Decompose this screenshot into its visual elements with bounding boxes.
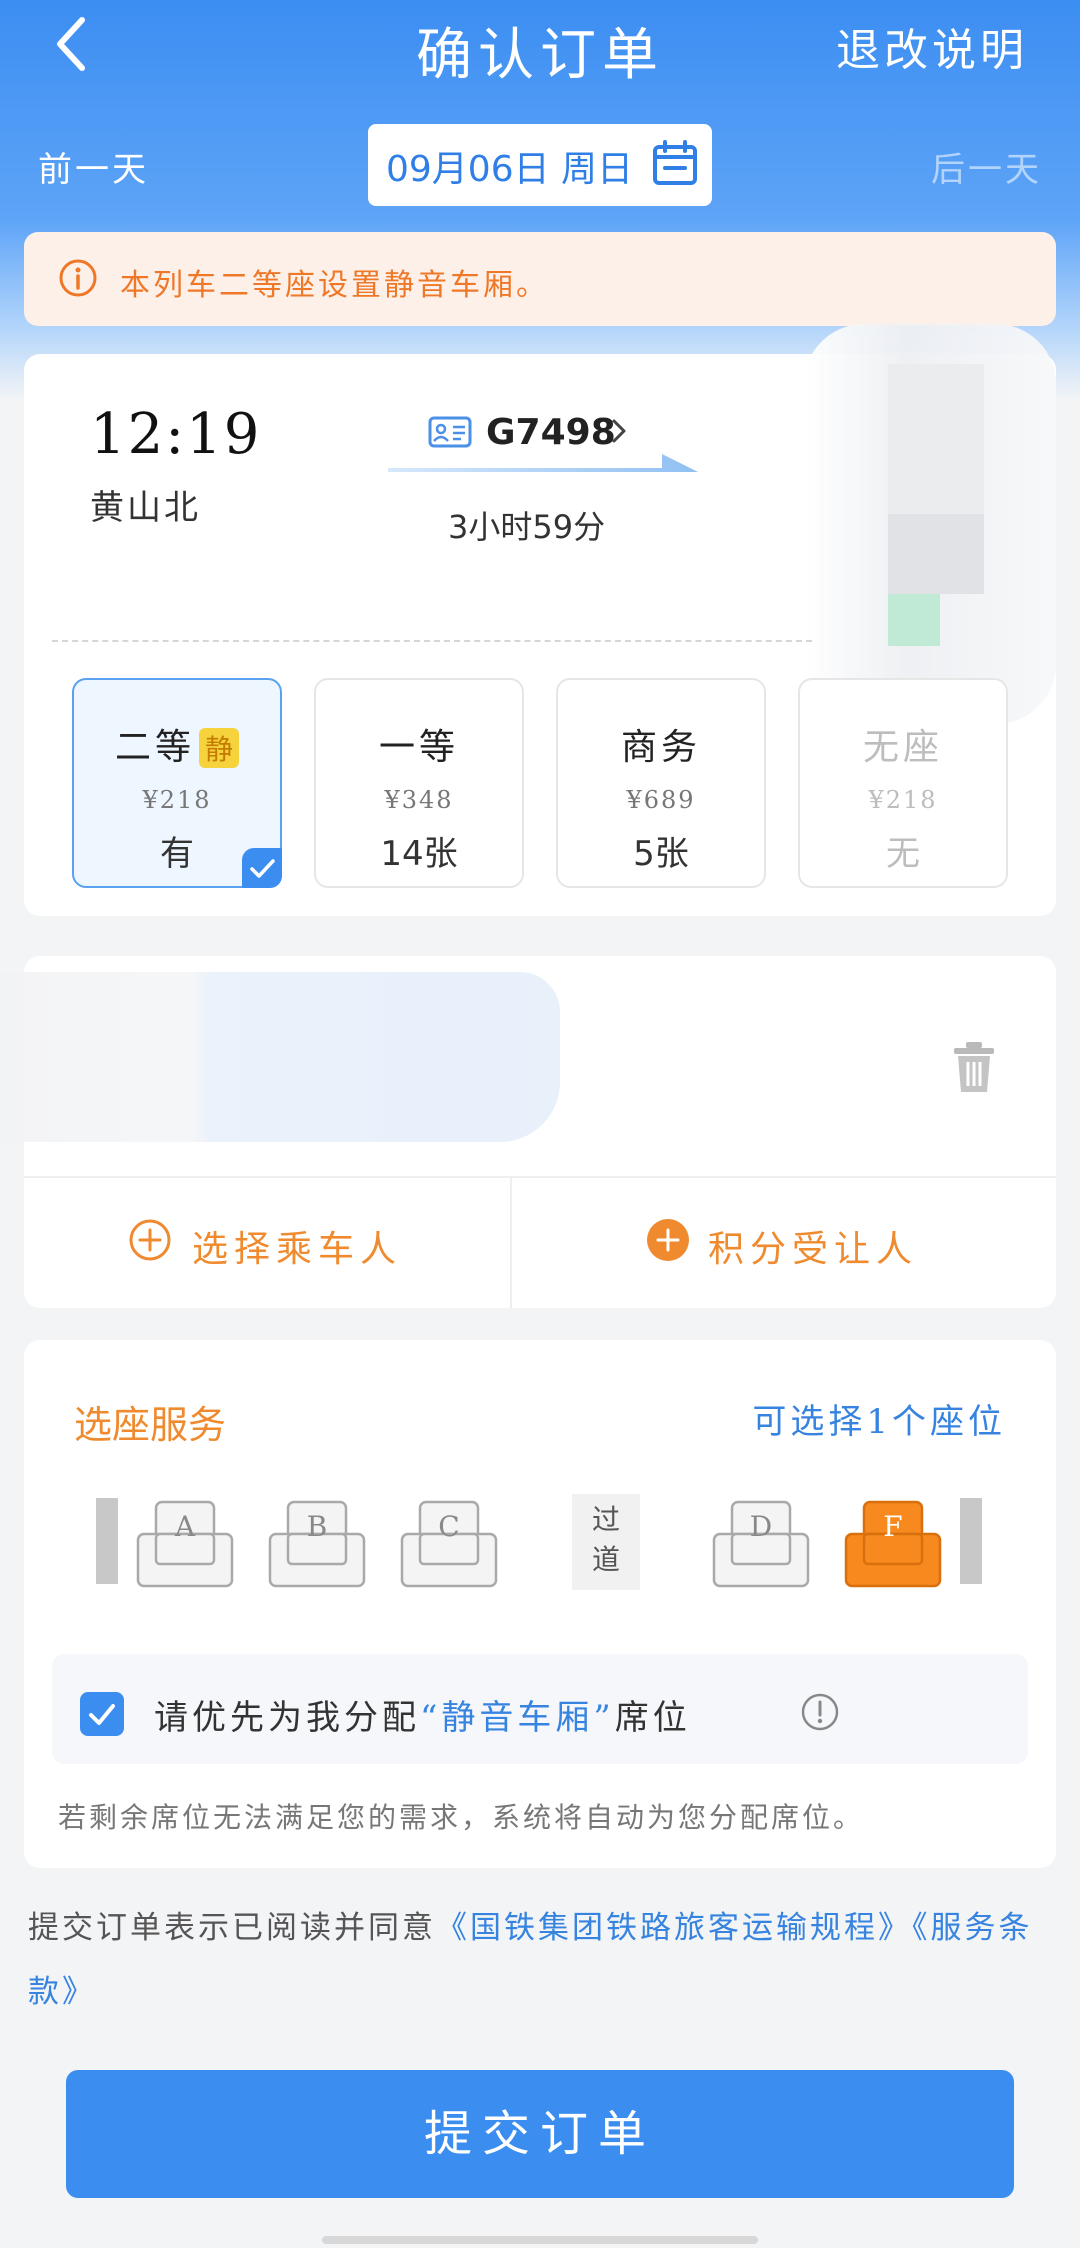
date-selector: 前一天 09月06日 周日 后一天 bbox=[0, 124, 1080, 206]
train-info-card: 12:19 黄山北 G7498 3小时59分 二等静 ¥218 有 一等 ¥34… bbox=[24, 324, 1056, 916]
seat-class-availability: 5张 bbox=[633, 834, 689, 874]
seat-class-name: 商务 bbox=[620, 727, 701, 768]
seat-D[interactable]: D bbox=[712, 1500, 810, 1588]
seat-class-name: 二等静 bbox=[74, 718, 280, 770]
seat-A[interactable]: A bbox=[136, 1500, 234, 1588]
seat-class-name: 无座 bbox=[862, 727, 943, 768]
calendar-icon bbox=[653, 140, 697, 185]
date-text: 09月06日 周日 bbox=[386, 149, 634, 190]
seat-label: D bbox=[749, 1510, 773, 1543]
choose-passenger-button[interactable]: 选择乘车人 bbox=[24, 1176, 510, 1308]
seat-B[interactable]: B bbox=[268, 1500, 366, 1588]
quiet-preference-text: 请优先为我分配“静音车厢”席位 bbox=[154, 1698, 691, 1738]
seat-class-availability: 无 bbox=[886, 834, 920, 874]
seat-class-availability: 14张 bbox=[380, 834, 458, 874]
seat-C[interactable]: C bbox=[400, 1500, 498, 1588]
add-circle-outline-icon bbox=[129, 1219, 171, 1261]
id-card-icon bbox=[428, 416, 472, 448]
seat-class-second[interactable]: 二等静 ¥218 有 bbox=[72, 678, 282, 888]
trip-duration: 3小时59分 bbox=[448, 508, 606, 546]
seat-label: C bbox=[438, 1510, 460, 1543]
blurred-passenger-info bbox=[0, 972, 560, 1142]
info-icon bbox=[59, 259, 97, 297]
seat-assignment-note: 若剩余席位无法满足您的需求，系统将自动为您分配席位。 bbox=[58, 1801, 865, 1834]
checkbox-checked-icon[interactable] bbox=[80, 1692, 124, 1736]
notice-text: 本列车二等座设置静音车厢。 bbox=[120, 268, 549, 303]
seat-class-price: ¥218 bbox=[142, 786, 212, 814]
transport-rules-link[interactable]: 《国铁集团铁路旅客运输规程》 bbox=[436, 1910, 912, 1946]
departure-time: 12:19 bbox=[90, 402, 262, 467]
seat-selection-card: 选座服务 可选择1个座位 A B C 过道 D F 请优先为我分配“静音车厢”席… bbox=[24, 1340, 1056, 1868]
window-right bbox=[960, 1498, 982, 1584]
seat-class-price: ¥348 bbox=[384, 786, 454, 814]
chevron-right-icon[interactable] bbox=[608, 416, 630, 446]
check-icon bbox=[242, 848, 282, 888]
next-day-button[interactable]: 后一天 bbox=[931, 142, 1042, 191]
submit-order-button[interactable]: 提交订单 bbox=[66, 2070, 1014, 2198]
refund-rules-link[interactable]: 退改说明 bbox=[836, 14, 1028, 78]
departure-station: 黄山北 bbox=[90, 488, 201, 528]
add-circle-filled-icon bbox=[647, 1219, 689, 1261]
train-number[interactable]: G7498 bbox=[486, 412, 616, 453]
seat-count-info: 可选择1个座位 bbox=[752, 1402, 1006, 1442]
agreement-text: 提交订单表示已阅读并同意《国铁集团铁路旅客运输规程》《服务条款》 bbox=[28, 1910, 1033, 2010]
header: 确认订单 退改说明 bbox=[0, 0, 1080, 120]
bonus-recipient-button[interactable]: 积分受让人 bbox=[512, 1176, 1056, 1308]
quiet-tag: 静 bbox=[199, 728, 240, 768]
seat-class-first[interactable]: 一等 ¥348 14张 bbox=[314, 678, 524, 888]
seat-class-business[interactable]: 商务 ¥689 5张 bbox=[556, 678, 766, 888]
seat-F[interactable]: F bbox=[844, 1500, 942, 1588]
seat-service-title: 选座服务 bbox=[74, 1403, 227, 1447]
seat-class-standing[interactable]: 无座 ¥218 无 bbox=[798, 678, 1008, 888]
choose-passenger-label: 选择乘车人 bbox=[192, 1229, 403, 1270]
seat-class-price: ¥689 bbox=[626, 786, 696, 814]
alert-circle-icon[interactable] bbox=[800, 1692, 840, 1732]
divider bbox=[52, 640, 812, 642]
date-picker[interactable]: 09月06日 周日 bbox=[368, 124, 712, 206]
seat-class-name: 一等 bbox=[378, 727, 459, 768]
prev-day-button[interactable]: 前一天 bbox=[38, 142, 149, 191]
quiet-car-notice: 本列车二等座设置静音车厢。 bbox=[24, 232, 1056, 326]
blurred-arrival-info bbox=[804, 324, 1056, 724]
route-arrow-icon bbox=[388, 454, 698, 472]
seat-label: A bbox=[174, 1510, 196, 1543]
trash-icon[interactable] bbox=[952, 1040, 996, 1094]
aisle-marker: 过道 bbox=[572, 1494, 640, 1590]
seat-label: F bbox=[883, 1510, 903, 1543]
home-indicator bbox=[322, 2236, 758, 2244]
seat-class-price: ¥218 bbox=[868, 786, 938, 814]
passenger-card: 选择乘车人 积分受让人 bbox=[0, 956, 1056, 1308]
seat-label: B bbox=[306, 1510, 328, 1543]
bonus-recipient-label: 积分受让人 bbox=[708, 1229, 919, 1270]
quiet-car-preference[interactable]: 请优先为我分配“静音车厢”席位 bbox=[52, 1654, 1028, 1764]
window-left bbox=[96, 1498, 118, 1584]
